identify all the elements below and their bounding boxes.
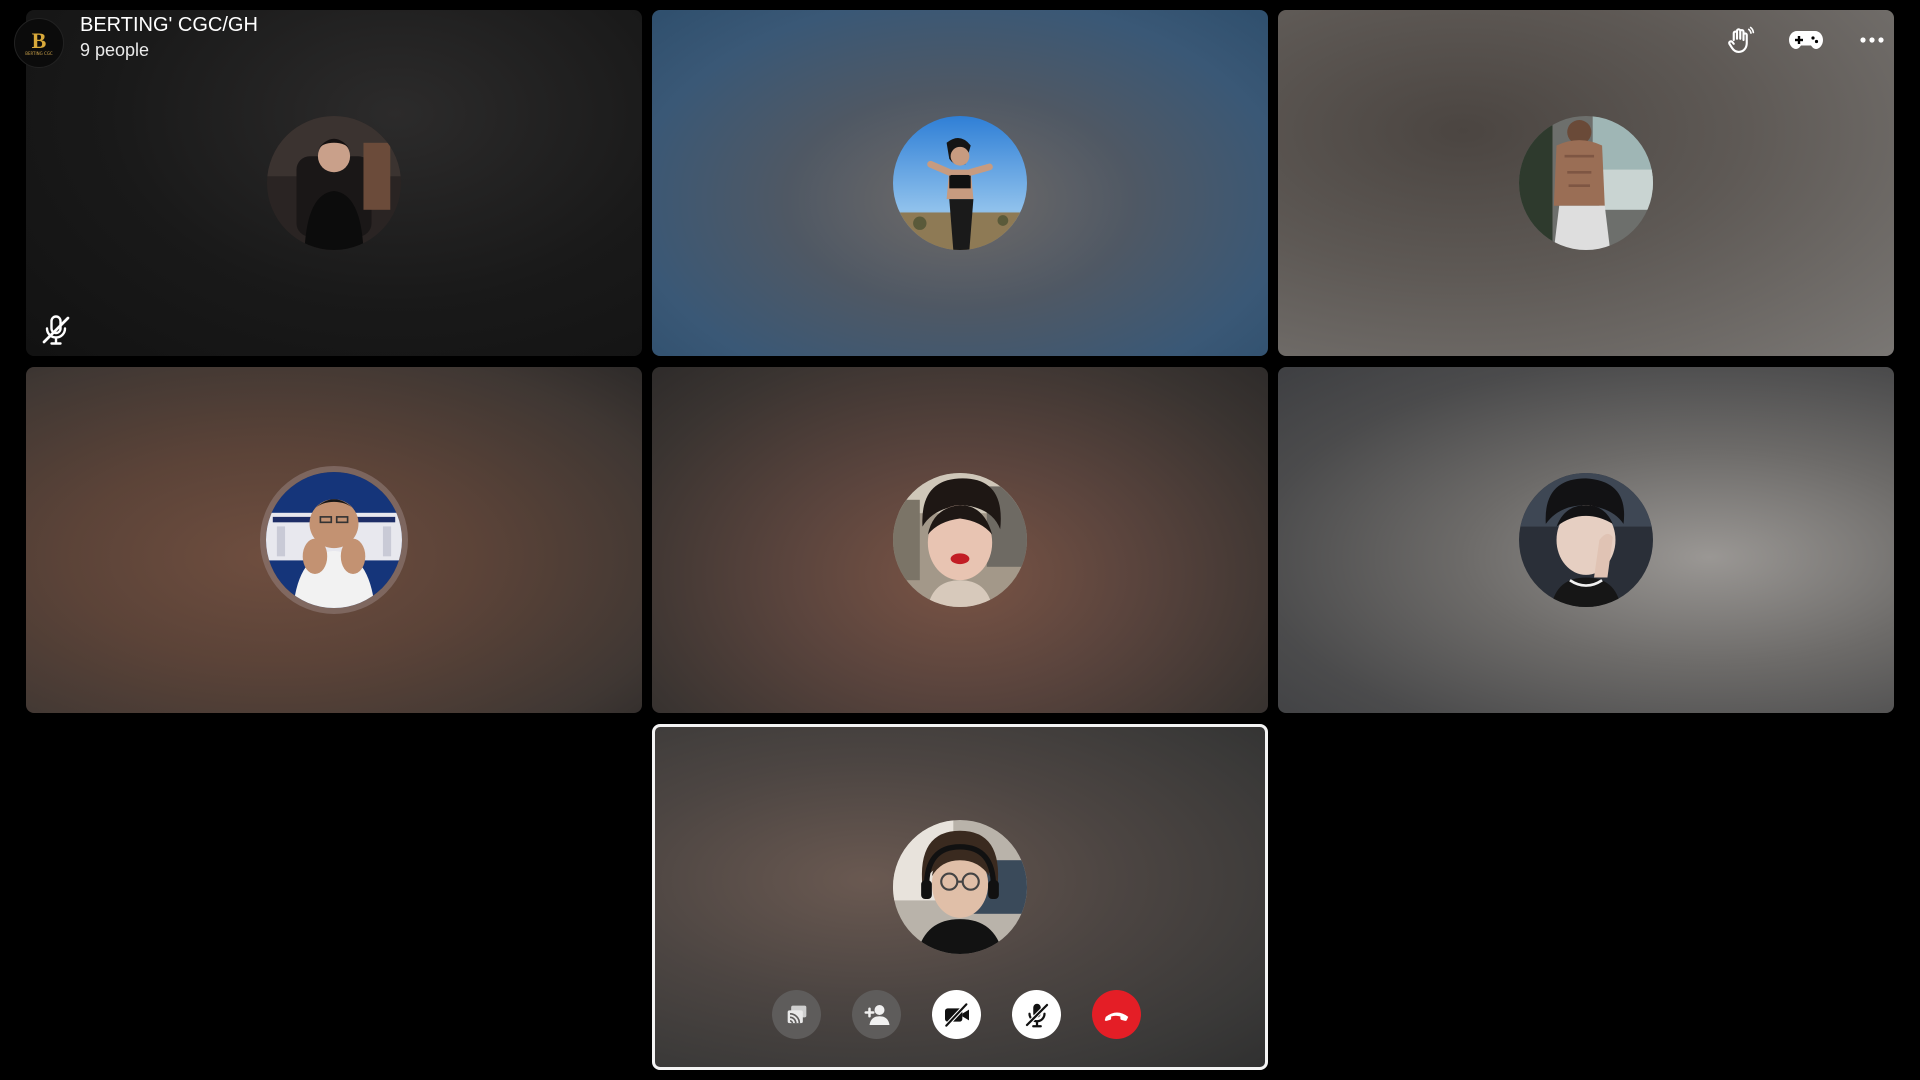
participant-tile-6[interactable] xyxy=(1278,367,1894,713)
call-stage: B BERTING CGC BERTING' CGC/GH 9 people xyxy=(0,0,1920,1080)
participant-tile-4[interactable] xyxy=(26,367,642,713)
video-off-icon xyxy=(943,1001,969,1028)
share-screen-icon xyxy=(787,1005,806,1023)
member-count: 9 people xyxy=(80,40,150,60)
muted-indicator xyxy=(38,312,74,348)
games-button[interactable] xyxy=(1788,24,1824,56)
raise-hand-icon xyxy=(1728,26,1755,53)
end-call-icon xyxy=(1104,1012,1128,1021)
call-header: B BERTING CGC BERTING' CGC/GH 9 people xyxy=(14,14,258,68)
share-screen-button[interactable] xyxy=(772,990,821,1039)
mic-off-icon xyxy=(42,315,70,345)
participant-avatar xyxy=(893,473,1027,607)
end-call-button[interactable] xyxy=(1092,990,1141,1039)
more-options-button[interactable] xyxy=(1854,24,1890,56)
group-logo-letter: B xyxy=(31,27,47,53)
top-actions xyxy=(1722,24,1890,56)
participant-avatar xyxy=(267,116,401,250)
participant-avatar xyxy=(260,466,408,614)
video-toggle-button[interactable] xyxy=(932,990,981,1039)
participant-avatar xyxy=(1519,473,1653,607)
group-info: BERTING' CGC/GH 9 people xyxy=(80,12,258,62)
call-controls xyxy=(772,990,1141,1039)
group-avatar[interactable]: B BERTING CGC xyxy=(14,18,64,68)
self-avatar xyxy=(893,819,1027,954)
raise-hand-button[interactable] xyxy=(1722,24,1758,56)
participant-tile-3[interactable] xyxy=(1278,10,1894,356)
mic-off-icon xyxy=(1024,1002,1049,1027)
group-logo-text: BERTING CGC xyxy=(25,50,53,56)
add-person-icon xyxy=(864,1004,889,1025)
group-name: BERTING' CGC/GH xyxy=(80,14,258,36)
participant-avatar xyxy=(893,116,1027,250)
participant-tile-5[interactable] xyxy=(652,367,1268,713)
mic-toggle-button[interactable] xyxy=(1012,990,1061,1039)
game-controller-icon xyxy=(1789,31,1823,49)
participant-avatar xyxy=(1519,116,1653,250)
add-person-button[interactable] xyxy=(852,990,901,1039)
more-options-icon xyxy=(1860,37,1884,43)
participant-tile-2[interactable] xyxy=(652,10,1268,356)
